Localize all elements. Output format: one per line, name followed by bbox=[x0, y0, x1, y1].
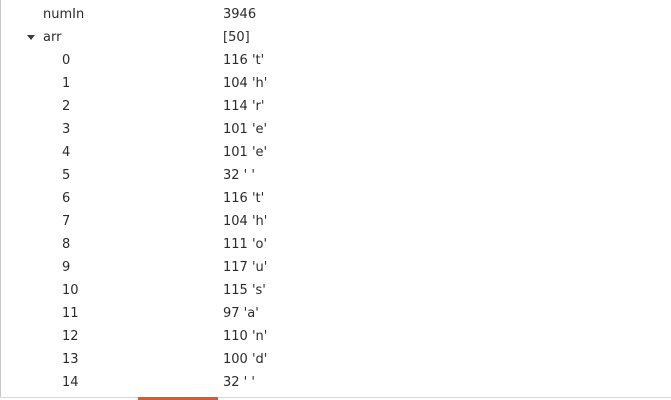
array-element-value: 111 'o' bbox=[223, 237, 268, 252]
variable-value: 3946 bbox=[223, 7, 257, 22]
variables-view: numIn 3946 arr [50] 0 116 't' 1 104 'h' 2 114… bbox=[0, 0, 671, 400]
variable-row-numIn[interactable]: numIn 3946 bbox=[1, 3, 671, 26]
array-element-value: 104 'h' bbox=[223, 76, 268, 91]
array-element-value: 116 't' bbox=[223, 53, 265, 68]
array-element-row[interactable]: 0 116 't' bbox=[1, 49, 671, 72]
bottom-divider bbox=[0, 397, 671, 398]
variable-name: arr bbox=[43, 30, 62, 45]
array-element-row[interactable]: 2 114 'r' bbox=[1, 95, 671, 118]
array-element-value: 104 'h' bbox=[223, 214, 268, 229]
array-element-index: 8 bbox=[62, 237, 71, 252]
array-element-value: 117 'u' bbox=[223, 260, 268, 275]
array-element-value: 101 'e' bbox=[223, 122, 268, 137]
array-element-row[interactable]: 12 110 'n' bbox=[1, 325, 671, 348]
array-element-row[interactable]: 9 117 'u' bbox=[1, 256, 671, 279]
variable-row-arr[interactable]: arr [50] bbox=[1, 26, 671, 49]
variable-value: [50] bbox=[223, 30, 250, 45]
array-element-index: 2 bbox=[62, 99, 71, 114]
array-element-index: 10 bbox=[62, 283, 79, 298]
array-element-index: 0 bbox=[62, 53, 71, 68]
array-element-index: 9 bbox=[62, 260, 71, 275]
array-element-index: 11 bbox=[62, 306, 79, 321]
variables-tree: numIn 3946 arr [50] 0 116 't' 1 104 'h' 2 114… bbox=[1, 3, 671, 394]
array-element-row[interactable]: 13 100 'd' bbox=[1, 348, 671, 371]
array-element-row[interactable]: 6 116 't' bbox=[1, 187, 671, 210]
array-element-row[interactable]: 10 115 's' bbox=[1, 279, 671, 302]
array-element-index: 5 bbox=[62, 168, 71, 183]
array-element-index: 4 bbox=[62, 145, 71, 160]
array-element-row[interactable]: 1 104 'h' bbox=[1, 72, 671, 95]
array-element-row[interactable]: 4 101 'e' bbox=[1, 141, 671, 164]
array-element-row[interactable]: 8 111 'o' bbox=[1, 233, 671, 256]
array-element-value: 32 ' ' bbox=[223, 375, 255, 390]
array-element-index: 13 bbox=[62, 352, 79, 367]
array-element-value: 114 'r' bbox=[223, 99, 265, 114]
array-element-index: 6 bbox=[62, 191, 71, 206]
array-element-value: 32 ' ' bbox=[223, 168, 255, 183]
array-element-row[interactable]: 11 97 'a' bbox=[1, 302, 671, 325]
array-element-index: 12 bbox=[62, 329, 79, 344]
array-element-value: 101 'e' bbox=[223, 145, 268, 160]
array-element-index: 14 bbox=[62, 375, 79, 390]
array-element-value: 97 'a' bbox=[223, 306, 259, 321]
expand-arrow-icon[interactable] bbox=[27, 35, 35, 40]
array-element-row[interactable]: 5 32 ' ' bbox=[1, 164, 671, 187]
array-element-row[interactable]: 7 104 'h' bbox=[1, 210, 671, 233]
array-element-value: 116 't' bbox=[223, 191, 265, 206]
variable-name: numIn bbox=[43, 7, 85, 22]
array-element-value: 100 'd' bbox=[223, 352, 268, 367]
array-children: 0 116 't' 1 104 'h' 2 114 'r' 3 101 'e' 4 101 'e'… bbox=[1, 49, 671, 394]
array-element-row[interactable]: 3 101 'e' bbox=[1, 118, 671, 141]
array-element-index: 3 bbox=[62, 122, 71, 137]
array-element-value: 115 's' bbox=[223, 283, 266, 298]
array-element-row[interactable]: 14 32 ' ' bbox=[1, 371, 671, 394]
array-element-index: 7 bbox=[62, 214, 71, 229]
array-element-value: 110 'n' bbox=[223, 329, 268, 344]
array-element-index: 1 bbox=[62, 76, 71, 91]
